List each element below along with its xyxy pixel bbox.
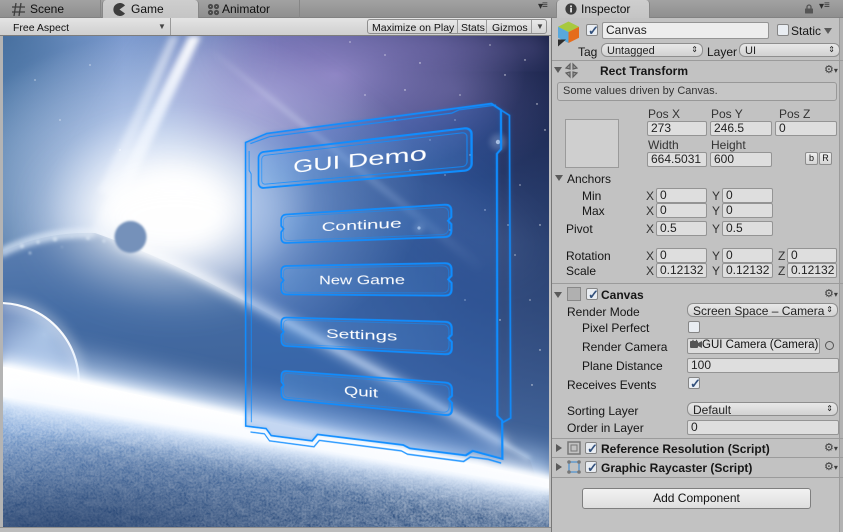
svg-text:New Game: New Game (319, 274, 405, 288)
